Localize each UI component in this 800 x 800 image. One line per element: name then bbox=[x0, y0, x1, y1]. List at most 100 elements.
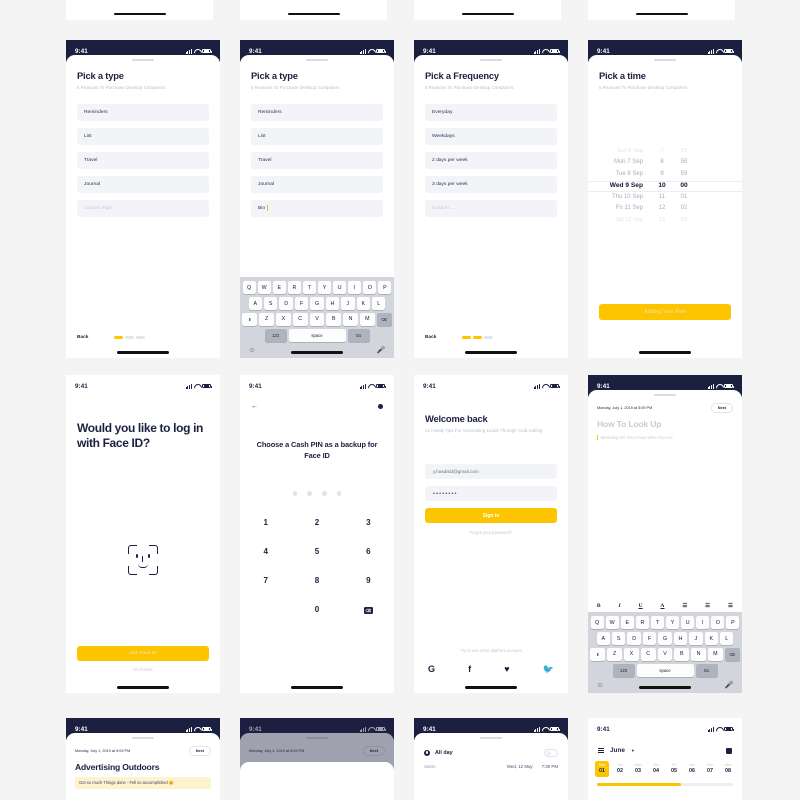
key-h[interactable]: H bbox=[673, 632, 688, 645]
key-v[interactable]: V bbox=[309, 313, 325, 326]
keypad-6[interactable]: 6 bbox=[343, 547, 394, 556]
key-x[interactable]: X bbox=[276, 313, 291, 326]
all-day-toggle[interactable] bbox=[544, 748, 558, 757]
key-g[interactable]: G bbox=[310, 297, 324, 310]
password-field[interactable]: •••••••• bbox=[425, 486, 557, 502]
month-label[interactable]: June bbox=[610, 747, 625, 754]
sheet-grabber[interactable] bbox=[480, 737, 502, 739]
use-face-id-button[interactable]: Use Face ID bbox=[77, 646, 209, 661]
key-t[interactable]: T bbox=[650, 616, 664, 629]
key-p[interactable]: P bbox=[726, 616, 740, 629]
help-icon[interactable] bbox=[378, 404, 383, 409]
sheet-grabber[interactable] bbox=[480, 59, 502, 61]
calendar-day[interactable]: Sat 06 bbox=[685, 761, 699, 777]
option-journal[interactable]: Journal bbox=[251, 175, 383, 193]
key-i[interactable]: I bbox=[696, 616, 710, 629]
starts-time[interactable]: 7:30 PM bbox=[542, 764, 558, 769]
option-reminders[interactable]: Reminders bbox=[77, 103, 209, 121]
backspace-key[interactable]: ⌫ bbox=[724, 648, 740, 661]
space-key[interactable]: space bbox=[636, 664, 694, 677]
key-w[interactable]: W bbox=[257, 281, 271, 294]
option-list[interactable]: List bbox=[77, 127, 209, 145]
next-button[interactable]: Next bbox=[188, 745, 211, 756]
key-m[interactable]: M bbox=[707, 648, 723, 661]
numbers-key[interactable]: 123 bbox=[264, 329, 287, 342]
sign-in-button[interactable]: Sign in bbox=[425, 508, 557, 524]
starts-row[interactable]: Starts Wed, 12 May 7:30 PM bbox=[414, 764, 568, 769]
onscreen-keyboard[interactable]: Q W E R T Y U I O P A S D F G H J K L ⬆ … bbox=[588, 612, 742, 693]
custom-type-input[interactable]: Bio bbox=[251, 199, 383, 217]
microphone-icon[interactable]: 🎤 bbox=[725, 681, 734, 689]
keypad-9[interactable]: 9 bbox=[343, 576, 394, 585]
key-x[interactable]: X bbox=[624, 648, 639, 661]
align-center-icon[interactable]: ☰ bbox=[705, 603, 710, 609]
backspace-key[interactable]: ⌫ bbox=[376, 313, 392, 326]
key-s[interactable]: S bbox=[263, 297, 278, 310]
key-n[interactable]: N bbox=[691, 648, 706, 661]
next-button[interactable]: Next bbox=[710, 402, 733, 413]
key-k[interactable]: K bbox=[704, 632, 719, 645]
key-y[interactable]: Y bbox=[318, 281, 332, 294]
numeric-keypad[interactable]: 1 2 3 4 5 6 7 8 9 0 ⌫ bbox=[240, 518, 394, 614]
align-left-icon[interactable]: ☰ bbox=[682, 603, 687, 609]
italic-icon[interactable]: I bbox=[619, 603, 621, 609]
key-h[interactable]: H bbox=[325, 297, 340, 310]
twitter-icon[interactable]: 🐦 bbox=[543, 665, 554, 674]
time-picker[interactable]: Sun 6 Sep 7 57 Mon 7 Sep 8 58 Tue 8 Sep 9 59 W… bbox=[588, 145, 742, 226]
dribbble-icon[interactable]: ♥ bbox=[504, 665, 509, 674]
menu-icon[interactable] bbox=[598, 748, 604, 753]
option-2-days-per-week[interactable]: 2 days per week bbox=[425, 151, 557, 169]
key-u[interactable]: U bbox=[333, 281, 347, 294]
adding-your-note-button[interactable]: Adding Your Note bbox=[599, 304, 731, 320]
calendar-view-icon[interactable] bbox=[726, 747, 732, 754]
key-i[interactable]: I bbox=[348, 281, 362, 294]
option-list[interactable]: List bbox=[251, 127, 383, 145]
sheet-grabber[interactable] bbox=[132, 59, 154, 61]
key-c[interactable]: C bbox=[292, 313, 308, 326]
back-button[interactable]: Back bbox=[425, 335, 436, 340]
go-key[interactable]: Go bbox=[347, 329, 370, 342]
calendar-day-strip[interactable]: Mon 01 Tue 02 Wed 03 Thu 04 Fri 05 Sat 0… bbox=[588, 761, 742, 777]
numbers-key[interactable]: 123 bbox=[612, 664, 635, 677]
shift-key[interactable]: ⬆ bbox=[242, 313, 258, 326]
calendar-day[interactable]: Wed 03 bbox=[631, 761, 645, 777]
microphone-icon[interactable]: 🎤 bbox=[377, 346, 386, 354]
key-v[interactable]: V bbox=[657, 648, 673, 661]
option-3-days-per-week[interactable]: 3 days per week bbox=[425, 175, 557, 193]
key-u[interactable]: U bbox=[681, 616, 695, 629]
key-a[interactable]: A bbox=[248, 297, 262, 310]
key-m[interactable]: M bbox=[359, 313, 375, 326]
key-e[interactable]: E bbox=[272, 281, 286, 294]
key-k[interactable]: K bbox=[356, 297, 371, 310]
key-f[interactable]: F bbox=[642, 632, 657, 645]
bold-icon[interactable]: B bbox=[597, 603, 601, 609]
sheet-grabber[interactable] bbox=[654, 59, 676, 61]
facebook-icon[interactable]: f bbox=[468, 665, 471, 674]
keypad-2[interactable]: 2 bbox=[291, 518, 342, 527]
key-f[interactable]: F bbox=[294, 297, 309, 310]
calendar-day[interactable]: Mon 08 bbox=[721, 761, 735, 777]
key-e[interactable]: E bbox=[620, 616, 634, 629]
back-button[interactable]: Back bbox=[77, 335, 88, 340]
key-b[interactable]: B bbox=[326, 313, 342, 326]
calendar-day[interactable]: Tue 02 bbox=[613, 761, 627, 777]
note-title-input[interactable]: How To Look Up bbox=[588, 419, 742, 429]
calendar-day[interactable]: Sun 07 bbox=[703, 761, 717, 777]
option-travel[interactable]: Travel bbox=[77, 151, 209, 169]
custom-frequency-input[interactable]: Custom .... bbox=[425, 199, 557, 217]
key-w[interactable]: W bbox=[605, 616, 619, 629]
key-d[interactable]: D bbox=[279, 297, 293, 310]
key-j[interactable]: J bbox=[689, 632, 703, 645]
key-y[interactable]: Y bbox=[666, 616, 680, 629]
key-s[interactable]: S bbox=[611, 632, 626, 645]
key-c[interactable]: C bbox=[640, 648, 656, 661]
format-toolbar[interactable]: B I U A ☰ ☰ ☰ bbox=[588, 599, 742, 613]
note-body-input[interactable]: Branding Do You Know Who You Are bbox=[597, 434, 742, 440]
sheet-grabber[interactable] bbox=[306, 59, 328, 61]
option-everyday[interactable]: Everyday bbox=[425, 103, 557, 121]
key-r[interactable]: R bbox=[287, 281, 301, 294]
key-n[interactable]: N bbox=[343, 313, 358, 326]
key-r[interactable]: R bbox=[635, 616, 649, 629]
option-reminders[interactable]: Reminders bbox=[251, 103, 383, 121]
key-z[interactable]: Z bbox=[607, 648, 623, 661]
